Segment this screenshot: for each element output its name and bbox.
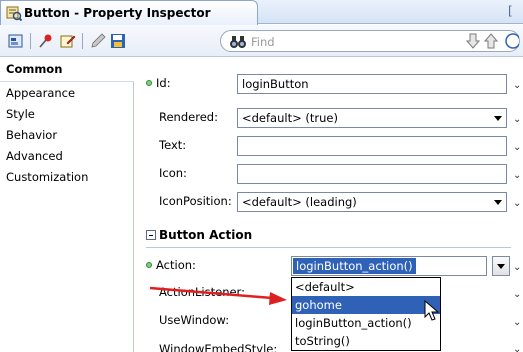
iconposition-combo[interactable]: <default> (leading) (237, 192, 507, 212)
search-input[interactable]: Find (251, 35, 275, 49)
collapse-icon[interactable] (146, 230, 156, 240)
toolbar: Find (0, 25, 523, 57)
action-label: Action: (146, 258, 196, 272)
sidebar-item-common[interactable]: Common (6, 62, 62, 76)
toolbar-separator (82, 33, 83, 49)
property-inspector-icon (6, 5, 23, 22)
window-title: Button - Property Inspector (24, 6, 211, 20)
sidebar-item-customization[interactable]: Customization (6, 170, 88, 184)
dropdown-arrow-icon (494, 116, 502, 121)
section-divider (146, 247, 511, 248)
chevron-down-icon[interactable]: ⌄ (513, 198, 521, 209)
title-bar: Button - Property Inspector [ (0, 0, 523, 25)
property-panel: Id: loginButton ⌄ Rendered: <default> (t… (134, 58, 523, 352)
edit-properties-icon[interactable] (58, 31, 78, 51)
iconposition-value: <default> (leading) (242, 195, 357, 209)
find-previous-icon[interactable] (483, 33, 499, 52)
icon-label: Icon: (159, 166, 187, 180)
chevron-down-icon[interactable]: ⌄ (513, 344, 521, 352)
inspector-tab[interactable]: Button - Property Inspector (0, 0, 258, 25)
mouse-cursor-icon (424, 300, 440, 321)
pencil-icon[interactable] (88, 31, 108, 51)
dropdown-option[interactable]: toString() (292, 332, 440, 350)
dropdown-option[interactable]: <default> (292, 278, 440, 296)
category-sidebar: Common Appearance Style Behavior Advance… (0, 58, 134, 352)
sidebar-item-appearance[interactable]: Appearance (6, 86, 75, 100)
id-field[interactable]: loginButton (237, 74, 507, 94)
usewindow-label: UseWindow: (159, 313, 230, 327)
dropdown-option[interactable]: loginButton_action() (292, 314, 440, 332)
chevron-down-icon[interactable]: ⌄ (513, 317, 521, 328)
action-input[interactable]: loginButton_action() (291, 256, 487, 276)
rendered-value: <default> (true) (242, 111, 338, 125)
dropdown-option-highlighted[interactable]: gohome (292, 296, 440, 314)
sidebar-item-advanced[interactable]: Advanced (6, 149, 63, 163)
id-label: Id: (146, 76, 171, 90)
dropdown-arrow-icon (494, 200, 502, 205)
find-options-icon[interactable] (505, 33, 521, 52)
pin-icon[interactable] (36, 31, 56, 51)
action-selected-text: loginButton_action() (293, 258, 416, 274)
chevron-down-icon[interactable]: ⌄ (513, 289, 521, 300)
action-dropdown-button[interactable] (492, 256, 510, 276)
chevron-down-icon[interactable]: ⌄ (513, 114, 521, 125)
restore-icon[interactable]: [ (508, 4, 513, 18)
text-field[interactable] (237, 136, 507, 156)
chevron-down-icon[interactable]: ⌄ (513, 170, 521, 181)
actionlistener-label: ActionListener: (159, 285, 245, 299)
sidebar-item-style[interactable]: Style (6, 107, 35, 121)
binoculars-icon (229, 34, 247, 53)
rendered-combo[interactable]: <default> (true) (237, 108, 507, 128)
required-dot (146, 262, 152, 268)
toolbar-separator (30, 33, 31, 49)
chevron-down-icon[interactable]: ⌄ (513, 262, 521, 273)
required-dot (146, 80, 152, 86)
save-icon[interactable] (108, 31, 128, 51)
rendered-label: Rendered: (159, 110, 218, 124)
windowembedstyle-label: WindowEmbedStyle: (159, 342, 278, 352)
icon-field[interactable] (237, 164, 507, 184)
structure-icon[interactable] (6, 31, 26, 51)
iconposition-label: IconPosition: (159, 194, 232, 208)
text-label: Text: (159, 138, 187, 152)
search-box[interactable]: Find (220, 30, 521, 53)
chevron-down-icon[interactable]: ⌄ (513, 142, 521, 153)
button-action-section-header[interactable]: Button Action (146, 228, 252, 242)
chevron-down-icon[interactable]: ⌄ (513, 80, 521, 91)
sidebar-item-behavior[interactable]: Behavior (6, 128, 57, 142)
find-next-icon[interactable] (465, 33, 481, 52)
action-dropdown-list: <default> gohome loginButton_action() to… (291, 277, 441, 351)
